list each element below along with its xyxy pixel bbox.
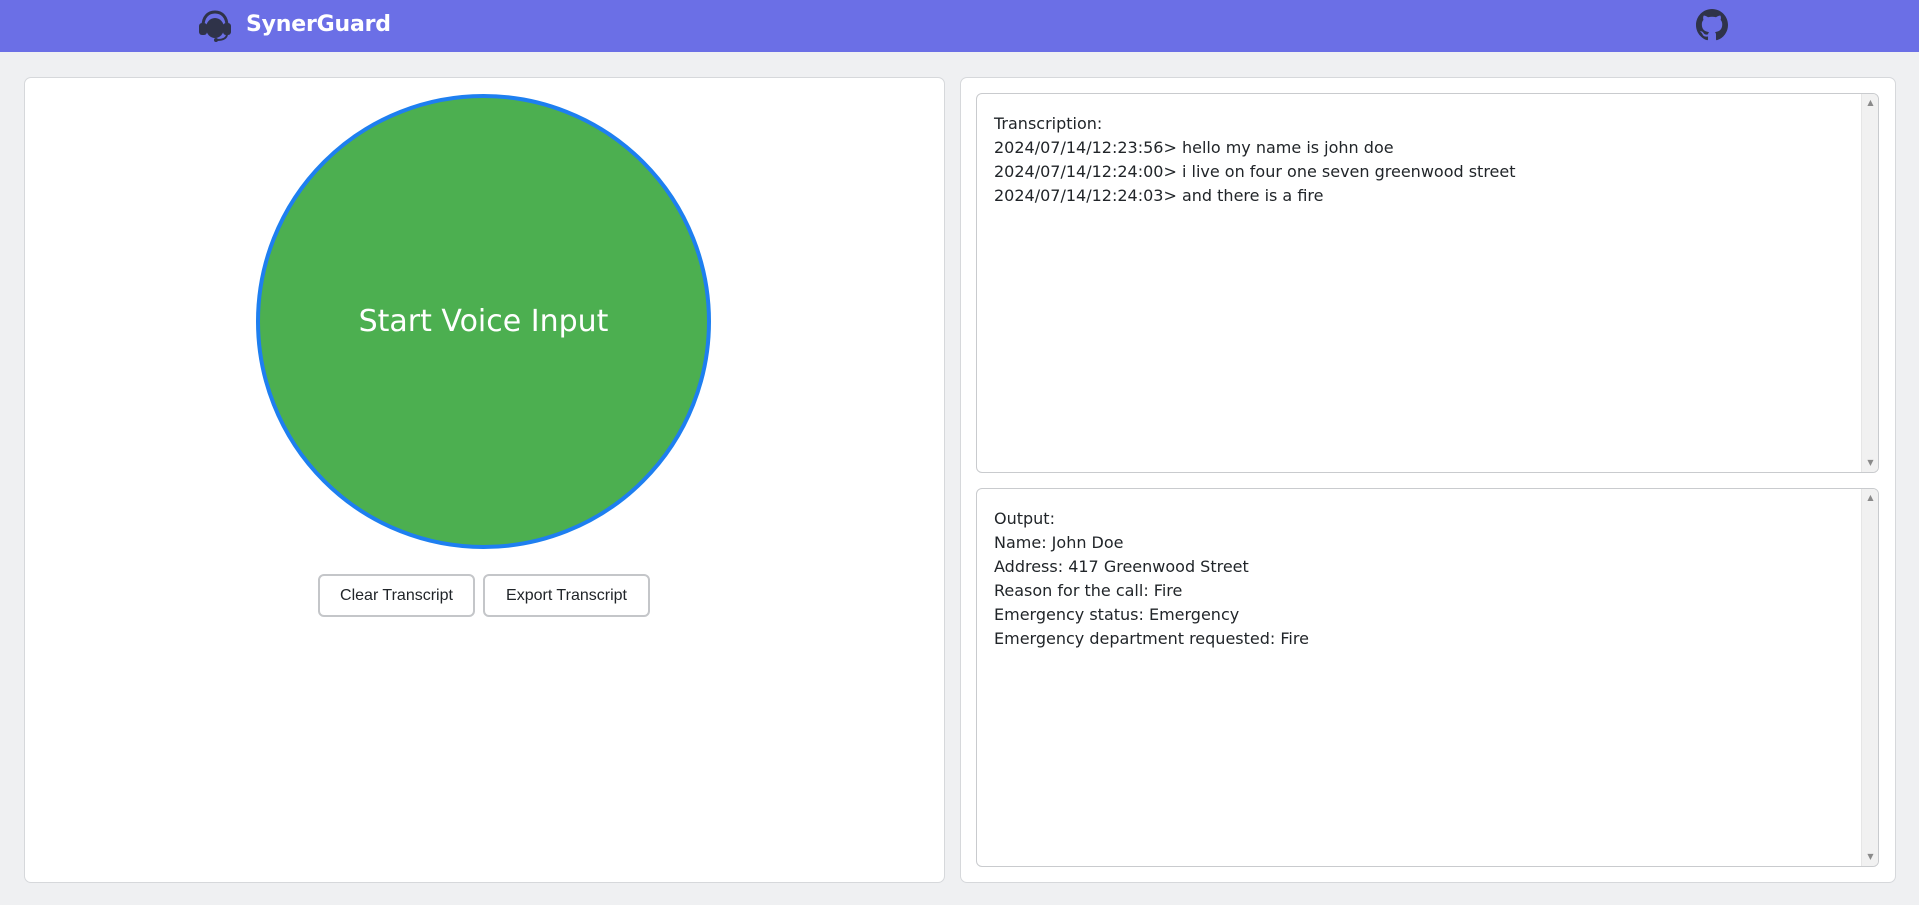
transcription-line: 2024/07/14/12:24:03> and there is a fire [994,186,1324,205]
transcription-line: 2024/07/14/12:23:56> hello my name is jo… [994,138,1394,157]
transcription-content: Transcription: 2024/07/14/12:23:56> hell… [994,112,1854,208]
transcription-scrollbar[interactable]: ▲ ▼ [1861,94,1878,472]
output-content: Output: Name: John Doe Address: 417 Gree… [994,507,1854,651]
transcription-line: 2024/07/14/12:24:00> i live on four one … [994,162,1516,181]
scroll-down-arrow-icon[interactable]: ▼ [1862,456,1878,470]
scroll-up-arrow-icon[interactable]: ▲ [1862,491,1878,505]
transcription-textarea[interactable]: Transcription: 2024/07/14/12:23:56> hell… [976,93,1879,473]
transcription-heading: Transcription: [994,114,1103,133]
start-voice-input-button[interactable]: Start Voice Input [256,94,711,549]
output-line: Address: 417 Greenwood Street [994,557,1249,576]
top-navbar: SynerGuard [0,0,1919,52]
scroll-up-arrow-icon[interactable]: ▲ [1862,96,1878,110]
output-textarea[interactable]: Output: Name: John Doe Address: 417 Gree… [976,488,1879,867]
start-voice-input-label: Start Voice Input [358,304,609,339]
headset-icon [199,10,231,42]
export-transcript-button[interactable]: Export Transcript [483,574,650,617]
output-heading: Output: [994,509,1055,528]
clear-transcript-button[interactable]: Clear Transcript [318,574,475,617]
github-icon[interactable] [1696,9,1728,41]
output-line: Emergency status: Emergency [994,605,1240,624]
output-scrollbar[interactable]: ▲ ▼ [1861,489,1878,866]
output-line: Emergency department requested: Fire [994,629,1309,648]
output-line: Name: John Doe [994,533,1124,552]
scroll-down-arrow-icon[interactable]: ▼ [1862,850,1878,864]
output-line: Reason for the call: Fire [994,581,1183,600]
brand-name[interactable]: SynerGuard [246,9,391,41]
